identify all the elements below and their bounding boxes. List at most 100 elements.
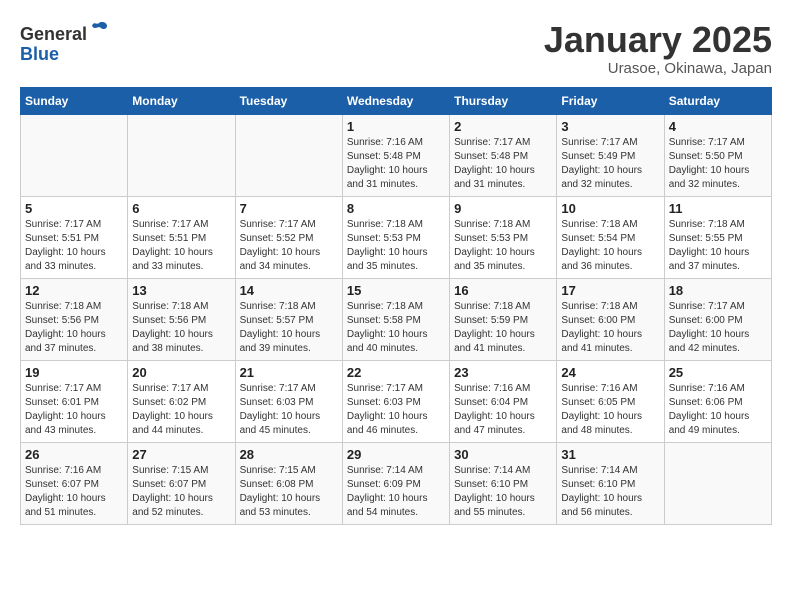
day-info: Sunrise: 7:18 AMSunset: 5:56 PMDaylight:… <box>25 300 123 356</box>
calendar-day-cell: 9 Sunrise: 7:18 AMSunset: 5:53 PMDaylight… <box>450 196 557 278</box>
calendar-table: SundayMondayTuesdayWednesdayThursdayFrid… <box>20 87 772 525</box>
day-number: 21 <box>240 365 338 380</box>
day-info: Sunrise: 7:18 AMSunset: 5:53 PMDaylight:… <box>454 218 552 274</box>
logo-bird-icon <box>89 20 109 40</box>
day-info: Sunrise: 7:16 AMSunset: 6:07 PMDaylight:… <box>25 464 123 520</box>
page-header: General Blue January 2025 Urasoe, Okinaw… <box>20 20 772 77</box>
calendar-day-cell: 21Sunrise: 7:17 AMSunset: 6:03 PMDayligh… <box>235 360 342 442</box>
day-info: Sunrise: 7:18 AMSunset: 5:59 PMDaylight:… <box>454 300 552 356</box>
calendar-day-cell: 15Sunrise: 7:18 AMSunset: 5:58 PMDayligh… <box>342 278 449 360</box>
day-of-week-header: Tuesday <box>235 87 342 114</box>
day-number: 7 <box>240 201 338 216</box>
month-title: January 2025 <box>544 20 772 60</box>
day-info: Sunrise: 7:16 AMSunset: 6:05 PMDaylight:… <box>561 382 659 438</box>
day-number: 2 <box>454 119 552 134</box>
calendar-day-cell: 24 Sunrise: 7:16 AMSunset: 6:05 PMDayligh… <box>557 360 664 442</box>
calendar-day-cell: 30 Sunrise: 7:14 AMSunset: 6:10 PMDayligh… <box>450 442 557 524</box>
day-info: Sunrise: 7:16 AMSunset: 6:06 PMDaylight:… <box>669 382 767 438</box>
calendar-day-cell: 1 Sunrise: 7:16 AMSunset: 5:48 PMDaylight… <box>342 114 449 196</box>
day-info: Sunrise: 7:17 AMSunset: 6:02 PMDaylight:… <box>132 382 230 438</box>
day-info: Sunrise: 7:18 AMSunset: 5:56 PMDaylight:… <box>132 300 230 356</box>
day-number: 4 <box>669 119 767 134</box>
day-of-week-header: Thursday <box>450 87 557 114</box>
day-of-week-header: Friday <box>557 87 664 114</box>
calendar-day-cell: 31 Sunrise: 7:14 AMSunset: 6:10 PMDayligh… <box>557 442 664 524</box>
day-number: 10 <box>561 201 659 216</box>
day-info: Sunrise: 7:14 AMSunset: 6:10 PMDaylight:… <box>454 464 552 520</box>
day-number: 26 <box>25 447 123 462</box>
day-number: 31 <box>561 447 659 462</box>
calendar-week-row: 12 Sunrise: 7:18 AMSunset: 5:56 PMDayligh… <box>21 278 772 360</box>
calendar-day-cell: 5 Sunrise: 7:17 AMSunset: 5:51 PMDaylight… <box>21 196 128 278</box>
calendar-week-row: 19 Sunrise: 7:17 AMSunset: 6:01 PMDayligh… <box>21 360 772 442</box>
day-info: Sunrise: 7:18 AMSunset: 5:53 PMDaylight:… <box>347 218 445 274</box>
day-info: Sunrise: 7:17 AMSunset: 5:49 PMDaylight:… <box>561 136 659 192</box>
day-info: Sunrise: 7:14 AMSunset: 6:10 PMDaylight:… <box>561 464 659 520</box>
day-info: Sunrise: 7:17 AMSunset: 5:52 PMDaylight:… <box>240 218 338 274</box>
day-info: Sunrise: 7:17 AMSunset: 6:01 PMDaylight:… <box>25 382 123 438</box>
day-number: 12 <box>25 283 123 298</box>
day-info: Sunrise: 7:18 AMSunset: 5:54 PMDaylight:… <box>561 218 659 274</box>
day-of-week-header: Sunday <box>21 87 128 114</box>
calendar-day-cell: 13 Sunrise: 7:18 AMSunset: 5:56 PMDayligh… <box>128 278 235 360</box>
day-number: 8 <box>347 201 445 216</box>
day-number: 28 <box>240 447 338 462</box>
calendar-day-cell <box>21 114 128 196</box>
day-number: 30 <box>454 447 552 462</box>
logo-general: General <box>20 24 87 44</box>
day-number: 16 <box>454 283 552 298</box>
calendar-body: 1 Sunrise: 7:16 AMSunset: 5:48 PMDaylight… <box>21 114 772 524</box>
calendar-day-cell <box>128 114 235 196</box>
day-number: 9 <box>454 201 552 216</box>
day-info: Sunrise: 7:17 AMSunset: 5:51 PMDaylight:… <box>132 218 230 274</box>
calendar-day-cell <box>664 442 771 524</box>
calendar-day-cell: 22Sunrise: 7:17 AMSunset: 6:03 PMDayligh… <box>342 360 449 442</box>
calendar-day-cell: 7 Sunrise: 7:17 AMSunset: 5:52 PMDaylight… <box>235 196 342 278</box>
day-info: Sunrise: 7:17 AMSunset: 5:48 PMDaylight:… <box>454 136 552 192</box>
location: Urasoe, Okinawa, Japan <box>544 60 772 77</box>
calendar-week-row: 1 Sunrise: 7:16 AMSunset: 5:48 PMDaylight… <box>21 114 772 196</box>
day-number: 29 <box>347 447 445 462</box>
day-of-week-header: Wednesday <box>342 87 449 114</box>
day-number: 19 <box>25 365 123 380</box>
calendar-day-cell: 28Sunrise: 7:15 AMSunset: 6:08 PMDayligh… <box>235 442 342 524</box>
day-number: 6 <box>132 201 230 216</box>
calendar-day-cell <box>235 114 342 196</box>
day-number: 22 <box>347 365 445 380</box>
day-info: Sunrise: 7:17 AMSunset: 5:50 PMDaylight:… <box>669 136 767 192</box>
calendar-day-cell: 27Sunrise: 7:15 AMSunset: 6:07 PMDayligh… <box>128 442 235 524</box>
logo: General Blue <box>20 20 109 65</box>
day-info: Sunrise: 7:16 AMSunset: 5:48 PMDaylight:… <box>347 136 445 192</box>
calendar-day-cell: 3 Sunrise: 7:17 AMSunset: 5:49 PMDaylight… <box>557 114 664 196</box>
day-number: 23 <box>454 365 552 380</box>
day-number: 13 <box>132 283 230 298</box>
day-number: 18 <box>669 283 767 298</box>
calendar-day-cell: 29 Sunrise: 7:14 AMSunset: 6:09 PMDayligh… <box>342 442 449 524</box>
day-number: 11 <box>669 201 767 216</box>
calendar-day-cell: 18Sunrise: 7:17 AMSunset: 6:00 PMDayligh… <box>664 278 771 360</box>
day-number: 17 <box>561 283 659 298</box>
calendar-day-cell: 6 Sunrise: 7:17 AMSunset: 5:51 PMDaylight… <box>128 196 235 278</box>
day-of-week-header: Saturday <box>664 87 771 114</box>
calendar-day-cell: 20 Sunrise: 7:17 AMSunset: 6:02 PMDayligh… <box>128 360 235 442</box>
day-number: 24 <box>561 365 659 380</box>
day-number: 14 <box>240 283 338 298</box>
day-info: Sunrise: 7:14 AMSunset: 6:09 PMDaylight:… <box>347 464 445 520</box>
calendar-header-row: SundayMondayTuesdayWednesdayThursdayFrid… <box>21 87 772 114</box>
day-number: 5 <box>25 201 123 216</box>
day-number: 1 <box>347 119 445 134</box>
calendar-day-cell: 16 Sunrise: 7:18 AMSunset: 5:59 PMDayligh… <box>450 278 557 360</box>
day-number: 20 <box>132 365 230 380</box>
day-info: Sunrise: 7:17 AMSunset: 5:51 PMDaylight:… <box>25 218 123 274</box>
calendar-day-cell: 25 Sunrise: 7:16 AMSunset: 6:06 PMDayligh… <box>664 360 771 442</box>
day-info: Sunrise: 7:16 AMSunset: 6:04 PMDaylight:… <box>454 382 552 438</box>
day-info: Sunrise: 7:18 AMSunset: 5:55 PMDaylight:… <box>669 218 767 274</box>
day-number: 3 <box>561 119 659 134</box>
calendar-week-row: 26 Sunrise: 7:16 AMSunset: 6:07 PMDayligh… <box>21 442 772 524</box>
calendar-day-cell: 12 Sunrise: 7:18 AMSunset: 5:56 PMDayligh… <box>21 278 128 360</box>
day-number: 25 <box>669 365 767 380</box>
day-number: 27 <box>132 447 230 462</box>
calendar-day-cell: 19 Sunrise: 7:17 AMSunset: 6:01 PMDayligh… <box>21 360 128 442</box>
calendar-day-cell: 2 Sunrise: 7:17 AMSunset: 5:48 PMDaylight… <box>450 114 557 196</box>
calendar-day-cell: 17Sunrise: 7:18 AMSunset: 6:00 PMDayligh… <box>557 278 664 360</box>
